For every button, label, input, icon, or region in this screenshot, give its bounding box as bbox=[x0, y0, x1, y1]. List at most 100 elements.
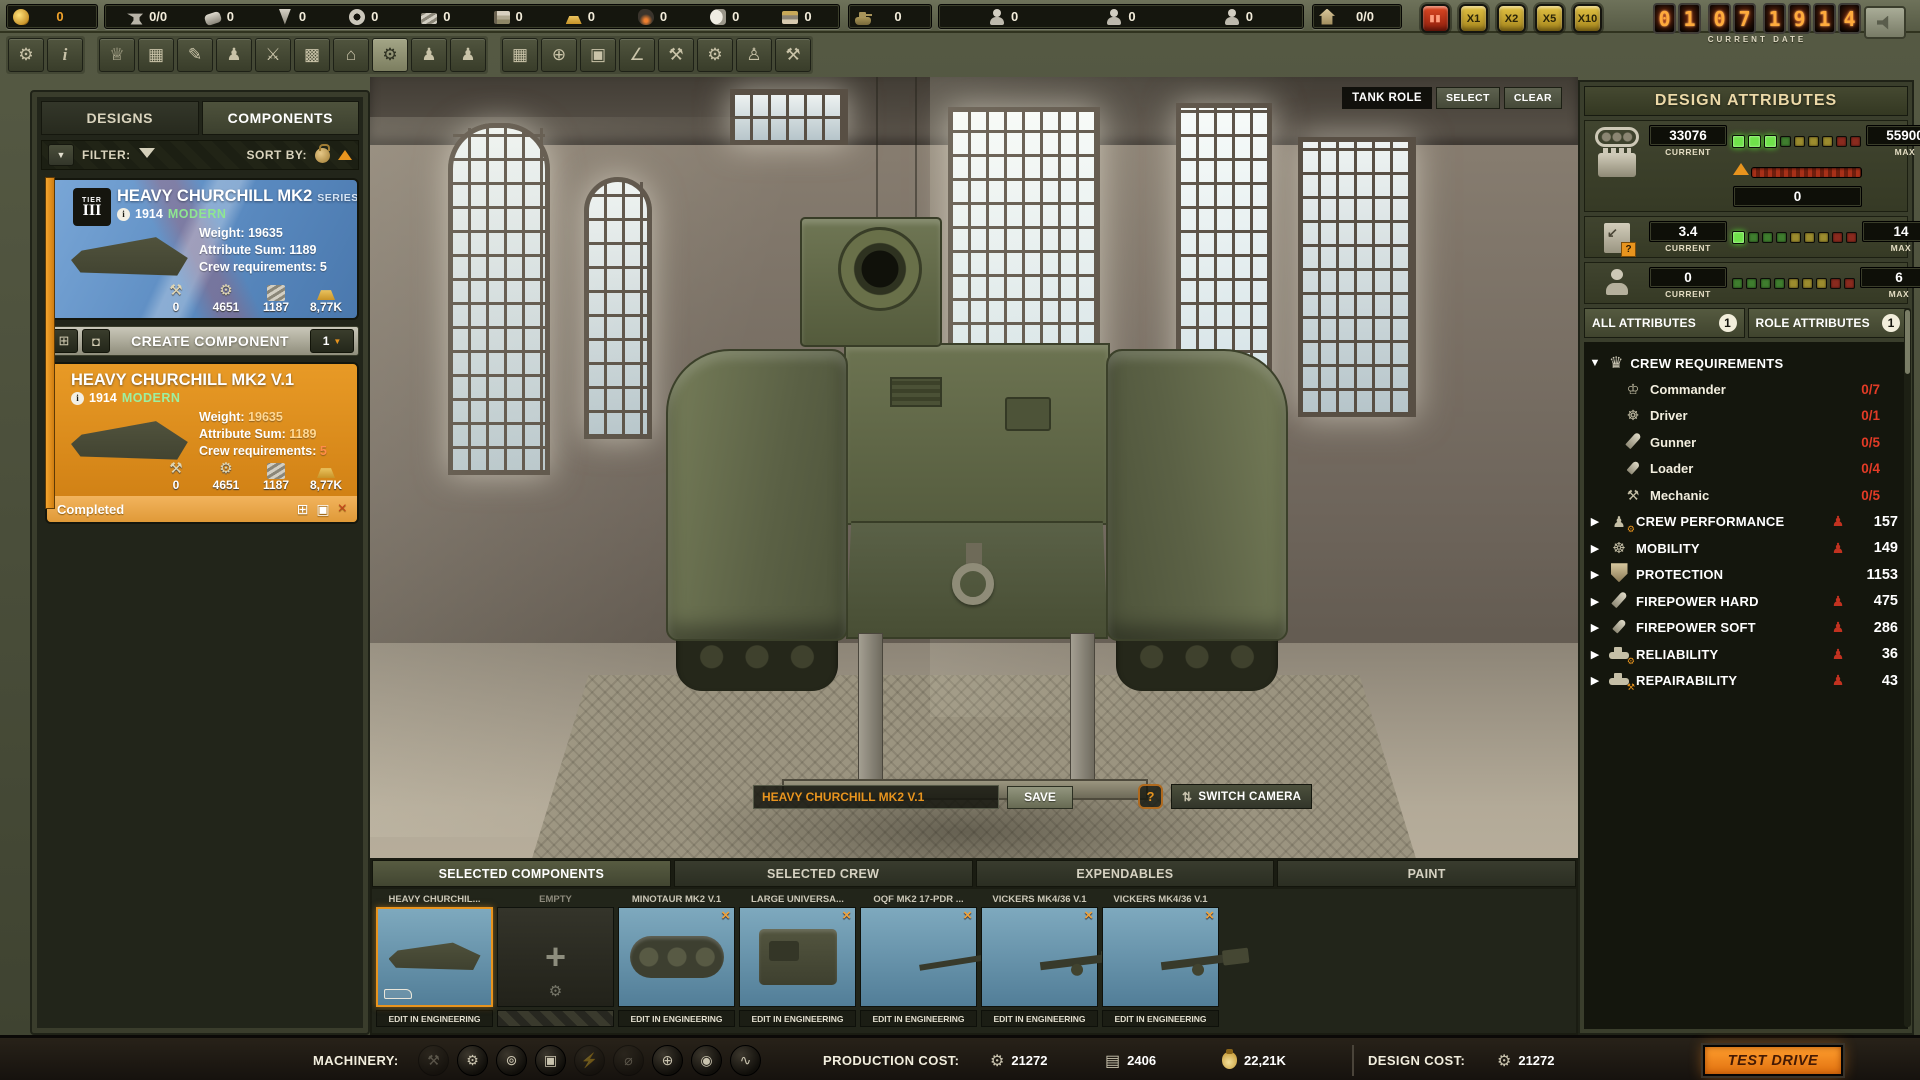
help-button[interactable]: ? bbox=[1138, 784, 1163, 809]
speed-x10-button[interactable]: X10 bbox=[1573, 4, 1602, 33]
attribute-row-reliability[interactable]: ▶ ⚙ RELIABILITY ♟ 36 bbox=[1588, 641, 1902, 668]
speed-x5-button[interactable]: X5 bbox=[1535, 4, 1564, 33]
tab-all-attributes[interactable]: ALL ATTRIBUTES 1 bbox=[1584, 308, 1745, 338]
machine-measuring-tools[interactable]: ⌀ bbox=[613, 1045, 644, 1076]
delete-icon[interactable]: × bbox=[338, 500, 347, 518]
design-bureau-button[interactable]: ∠ bbox=[619, 38, 655, 72]
component-count-dropdown[interactable]: 1 ▼ bbox=[310, 329, 354, 353]
collapse-filter-button[interactable]: ▼ bbox=[48, 144, 74, 166]
edit-in-engineering-button[interactable]: EDIT IN ENGINEERING bbox=[981, 1010, 1098, 1027]
machine-metal-press[interactable]: ⚒ bbox=[418, 1045, 449, 1076]
mechanics-button[interactable]: ♟ bbox=[411, 38, 447, 72]
tab-expendables[interactable]: EXPENDABLES bbox=[976, 860, 1275, 887]
factory-button[interactable]: ▦ bbox=[502, 38, 538, 72]
remove-component-icon[interactable]: × bbox=[721, 909, 730, 923]
tab-role-attributes[interactable]: ROLE ATTRIBUTES 1 bbox=[1748, 308, 1909, 338]
machine-console[interactable]: ▣ bbox=[535, 1045, 566, 1076]
attribute-row-firepower-hard[interactable]: ▶ FIREPOWER HARD ♟ 475 bbox=[1588, 588, 1902, 615]
slider-track[interactable] bbox=[1751, 167, 1862, 178]
scrollbar-thumb[interactable] bbox=[1905, 310, 1910, 374]
attribute-row-repairability[interactable]: ▶ ⚒ REPAIRABILITY ♟ 43 bbox=[1588, 668, 1902, 695]
create-component-button[interactable]: CREATE COMPONENT bbox=[114, 333, 306, 349]
date-digit: 0 bbox=[1708, 3, 1731, 34]
construction-button[interactable]: ⚒ bbox=[775, 38, 811, 72]
tank-designer-button[interactable]: ⚙ bbox=[372, 38, 408, 72]
slider-handle[interactable] bbox=[1733, 155, 1749, 175]
tank-role-select-button[interactable]: SELECT bbox=[1436, 87, 1500, 109]
component-card-image[interactable]: × bbox=[739, 907, 856, 1007]
engineers-button[interactable]: ♟ bbox=[450, 38, 486, 72]
workshop-button[interactable]: ⚒ bbox=[658, 38, 694, 72]
machine-conveyor[interactable]: ∿ bbox=[730, 1045, 761, 1076]
marketing-button[interactable]: ▣ bbox=[580, 38, 616, 72]
machine-welding[interactable]: ⚡ bbox=[574, 1045, 605, 1076]
edit-in-engineering-button[interactable]: EDIT IN ENGINEERING bbox=[376, 1010, 493, 1027]
info-button[interactable]: i bbox=[47, 38, 83, 72]
component-card-image[interactable]: × bbox=[1102, 907, 1219, 1007]
add-variant-icon[interactable]: ⊞ bbox=[297, 501, 309, 518]
crew-row-mechanic[interactable]: ⚒ Mechanic 0/5 bbox=[1588, 482, 1902, 509]
switch-camera-button[interactable]: ⇅ SWITCH CAMERA bbox=[1171, 784, 1312, 809]
speed-x1-button[interactable]: X1 bbox=[1459, 4, 1488, 33]
tab-paint[interactable]: PAINT bbox=[1277, 860, 1576, 887]
machine-drill-press[interactable]: ⊕ bbox=[652, 1045, 683, 1076]
test-drive-button[interactable]: TEST DRIVE bbox=[1703, 1045, 1843, 1076]
attribute-row-firepower-soft[interactable]: ▶ FIREPOWER SOFT ♟ 286 bbox=[1588, 615, 1902, 642]
tab-selected-components[interactable]: SELECTED COMPONENTS bbox=[372, 860, 671, 887]
tab-components[interactable]: COMPONENTS bbox=[202, 101, 360, 135]
design-name-input[interactable] bbox=[753, 785, 999, 809]
tab-designs[interactable]: DESIGNS bbox=[41, 101, 199, 135]
remove-component-icon[interactable]: × bbox=[842, 909, 851, 923]
machine-cutting-disc[interactable]: ◉ bbox=[691, 1045, 722, 1076]
intelligence-button[interactable]: ♟ bbox=[216, 38, 252, 72]
remove-component-icon[interactable]: × bbox=[963, 909, 972, 923]
edit-in-engineering-button[interactable]: EDIT IN ENGINEERING bbox=[618, 1010, 735, 1027]
tab-selected-crew[interactable]: SELECTED CREW bbox=[674, 860, 973, 887]
component-card-image[interactable]: × bbox=[860, 907, 977, 1007]
crew-row-gunner[interactable]: Gunner 0/5 bbox=[1588, 429, 1902, 456]
remove-component-icon[interactable]: × bbox=[1205, 909, 1214, 923]
crew-row-driver[interactable]: ☸ Driver 0/1 bbox=[1588, 403, 1902, 430]
pause-button[interactable]: ▮▮ bbox=[1421, 4, 1450, 33]
machine-lathe[interactable]: ⚙ bbox=[457, 1045, 488, 1076]
sort-direction-icon[interactable] bbox=[338, 143, 352, 160]
save-button[interactable]: SAVE bbox=[1007, 786, 1073, 809]
attribute-row-mobility[interactable]: ▶ ☸ MOBILITY ♟ 149 bbox=[1588, 535, 1902, 562]
crew-training-button[interactable]: ♙ bbox=[736, 38, 772, 72]
tank-role-clear-button[interactable]: CLEAR bbox=[1504, 87, 1562, 109]
attribute-view-tabs: ALL ATTRIBUTES 1 ROLE ATTRIBUTES 1 bbox=[1584, 308, 1908, 338]
crew-row-commander[interactable]: ♔ Commander 0/7 bbox=[1588, 376, 1902, 403]
component-card-image[interactable]: × bbox=[618, 907, 735, 1007]
component-card-image[interactable] bbox=[376, 907, 493, 1007]
attribute-row-crew-performance[interactable]: ▶ ♟⚙ CREW PERFORMANCE ♟ 157 bbox=[1588, 509, 1902, 536]
achievements-button[interactable]: ♕ bbox=[99, 38, 135, 72]
speed-x2-button[interactable]: X2 bbox=[1497, 4, 1526, 33]
design-series-card[interactable]: TIER III HEAVY CHURCHILL MK2SERIES 1914 … bbox=[45, 178, 359, 320]
funnel-icon[interactable] bbox=[139, 148, 155, 166]
crew-row-loader[interactable]: Loader 0/4 bbox=[1588, 456, 1902, 483]
world-map-button[interactable]: ⊕ bbox=[541, 38, 577, 72]
empty-slot[interactable]: + ⚙ bbox=[497, 907, 614, 1007]
edit-in-engineering-button[interactable]: EDIT IN ENGINEERING bbox=[1102, 1010, 1219, 1027]
resource-books: 0 bbox=[472, 9, 544, 24]
component-card-image[interactable]: × bbox=[981, 907, 1098, 1007]
edit-in-engineering-button[interactable]: EDIT IN ENGINEERING bbox=[860, 1010, 977, 1027]
remove-component-icon[interactable]: × bbox=[1084, 909, 1093, 923]
machine-grinder[interactable]: ⊚ bbox=[496, 1045, 527, 1076]
weight-sort-icon[interactable] bbox=[315, 148, 330, 163]
warfare-button[interactable]: ⚔ bbox=[255, 38, 291, 72]
settings-button[interactable]: ⚙ bbox=[8, 38, 44, 72]
maintenance-button[interactable]: ⚙ bbox=[697, 38, 733, 72]
attributes-scrollbar[interactable] bbox=[1904, 308, 1911, 1027]
design-variant-card[interactable]: HEAVY CHURCHILL MK2 V.1 1914 MODERN Weig… bbox=[45, 362, 359, 524]
notifications-button[interactable] bbox=[1864, 6, 1906, 39]
edit-in-engineering-button[interactable]: EDIT IN ENGINEERING bbox=[739, 1010, 856, 1027]
attribute-row-protection[interactable]: ▶ PROTECTION ♟ 1153 bbox=[1588, 562, 1902, 589]
contracts-button[interactable]: ✎ bbox=[177, 38, 213, 72]
duplicate-icon[interactable]: ▣ bbox=[316, 501, 329, 518]
crew-requirements-header[interactable]: ▼ ♛ CREW REQUIREMENTS bbox=[1588, 350, 1902, 376]
blueprint-snapshot-button[interactable]: ◘ bbox=[82, 329, 110, 353]
headquarters-button[interactable]: ⌂ bbox=[333, 38, 369, 72]
city-button[interactable]: ▩ bbox=[294, 38, 330, 72]
production-panel-button[interactable]: ▦ bbox=[138, 38, 174, 72]
